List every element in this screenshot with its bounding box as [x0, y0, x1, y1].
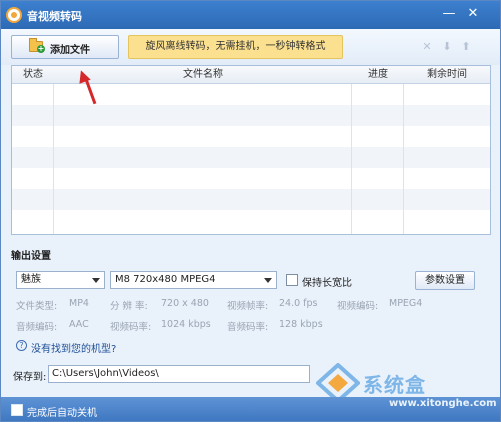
frame-rate-value: 24.0 fps [279, 298, 318, 309]
file-type-value: MP4 [69, 298, 89, 309]
column-header-filename[interactable]: 文件名称 [54, 66, 352, 84]
device-not-found-link[interactable]: 没有找到您的机型? [31, 340, 116, 355]
table-row [12, 189, 490, 210]
toolbar: + 添加文件 旋风离线转码，无需挂机，一秒钟转格式 ✕ ⬇ ⬆ [1, 29, 500, 65]
frame-rate-label: 视频帧率: [227, 301, 269, 312]
add-files-button[interactable]: + 添加文件 [11, 35, 119, 59]
minimize-button[interactable]: — [438, 5, 460, 23]
converter-window: 音视频转码 — ✕ + 添加文件 旋风离线转码，无需挂机，一秒钟转格式 ✕ ⬇ … [0, 0, 501, 422]
video-bitrate-value: 1024 kbps [161, 319, 211, 330]
save-to-label: 保存到: [13, 372, 47, 383]
promo-banner[interactable]: 旋风离线转码，无需挂机，一秒钟转格式 [128, 35, 343, 59]
device-brand-select[interactable]: 魅族 [16, 271, 105, 289]
remove-icon[interactable]: ✕ [421, 41, 433, 53]
add-folder-icon: + [29, 38, 45, 53]
params-settings-button[interactable]: 参数设置 [415, 271, 475, 290]
title-bar[interactable]: 音视频转码 — ✕ [1, 1, 500, 29]
watermark-url: www.xitonghe.com [389, 398, 497, 409]
resolution-label: 分 辨 率: [110, 301, 148, 312]
resolution-value: 720 x 480 [161, 298, 209, 309]
column-divider [351, 66, 352, 234]
column-header-remaining[interactable]: 剩余时间 [404, 66, 490, 84]
device-brand-value: 魅族 [21, 274, 41, 285]
video-codec-value: MPEG4 [389, 298, 423, 309]
column-divider [53, 66, 54, 234]
keep-ratio-checkbox[interactable] [286, 274, 298, 286]
video-bitrate-label: 视频码率: [110, 322, 152, 333]
column-divider [403, 66, 404, 234]
save-path-field[interactable]: C:\Users\John\Videos\ [48, 365, 310, 383]
table-row [12, 147, 490, 168]
add-files-label: 添加文件 [50, 45, 90, 56]
help-icon[interactable]: ? [16, 340, 27, 351]
window-title: 音视频转码 [27, 10, 82, 23]
column-header-progress[interactable]: 进度 [352, 66, 404, 84]
app-logo-icon [6, 7, 22, 23]
file-type-label: 文件类型: [16, 301, 58, 312]
watermark-text: 系统盒 [363, 373, 426, 397]
audio-bitrate-label: 音频码率: [227, 322, 269, 333]
close-button[interactable]: ✕ [462, 5, 484, 23]
output-settings-title: 输出设置 [11, 251, 51, 262]
keep-ratio-label[interactable]: 保持长宽比 [302, 274, 352, 289]
chevron-down-icon [264, 278, 272, 283]
video-codec-label: 视频编码: [337, 301, 379, 312]
move-up-icon[interactable]: ⬆ [460, 41, 472, 53]
format-select[interactable]: M8 720x480 MPEG4 [110, 271, 277, 289]
audio-bitrate-value: 128 kbps [279, 319, 323, 330]
chevron-down-icon [92, 278, 100, 283]
table-row [12, 105, 490, 126]
auto-shutdown-checkbox[interactable] [11, 404, 23, 416]
format-value: M8 720x480 MPEG4 [115, 274, 216, 285]
file-list-table[interactable]: 状态 文件名称 进度 剩余时间 [11, 65, 491, 235]
auto-shutdown-label[interactable]: 完成后自动关机 [27, 404, 97, 419]
audio-codec-label: 音频编码: [16, 322, 58, 333]
column-header-status[interactable]: 状态 [12, 66, 54, 84]
move-down-icon[interactable]: ⬇ [441, 41, 453, 53]
audio-codec-value: AAC [69, 319, 89, 330]
